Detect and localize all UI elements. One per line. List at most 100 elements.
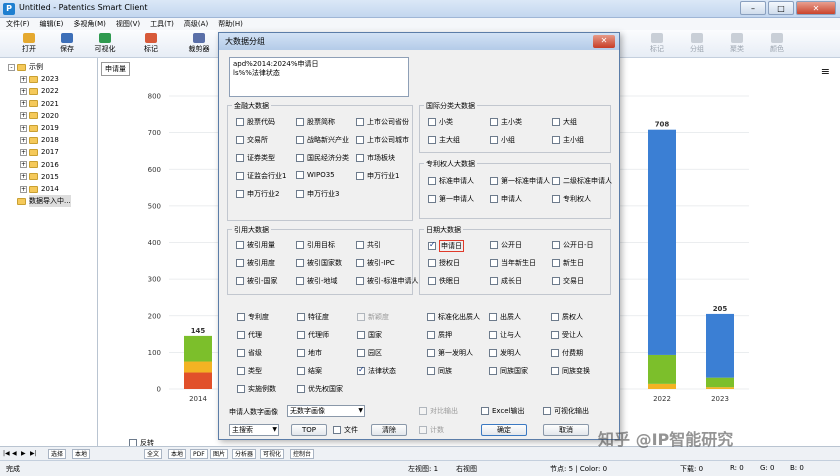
option-checkbox[interactable]: 股票代码 [236, 117, 275, 127]
tree-item[interactable]: - 示例 [8, 61, 43, 73]
maximize-button[interactable]: □ [768, 1, 794, 15]
checkbox-box[interactable] [428, 277, 436, 285]
option-checkbox[interactable]: 上市公司城市 [356, 135, 409, 145]
checkbox-box[interactable] [489, 367, 497, 375]
color-button[interactable]: 颜色 [760, 32, 794, 56]
checkbox-box[interactable] [427, 367, 435, 375]
option-checkbox[interactable]: 被引-国家 [236, 276, 278, 286]
option-checkbox[interactable]: 申万行业3 [296, 189, 339, 199]
checkbox-box[interactable] [419, 407, 427, 415]
checkbox-box[interactable] [490, 241, 498, 249]
save-button[interactable]: 保存 [50, 32, 84, 56]
dialog-close-button[interactable]: ✕ [593, 35, 615, 48]
checkbox-box[interactable] [356, 259, 364, 267]
option-checkbox[interactable]: 国民经济分类 [296, 153, 349, 163]
checkbox-box[interactable] [296, 118, 304, 126]
option-checkbox[interactable]: 被引用量 [236, 240, 275, 250]
checkbox-box[interactable] [297, 385, 305, 393]
bottom-tab[interactable]: 可视化 [260, 449, 285, 459]
checkbox-box[interactable] [236, 136, 244, 144]
expand-toggle-icon[interactable]: + [20, 100, 27, 108]
bottom-tab[interactable]: 全文 [144, 449, 163, 459]
checkbox-box[interactable] [552, 136, 560, 144]
bar-segment[interactable] [184, 361, 212, 373]
checkbox-box[interactable] [237, 313, 245, 321]
crop-button[interactable]: 裁剪器 [182, 32, 216, 56]
checkbox-box[interactable] [552, 177, 560, 185]
bottom-tab[interactable]: 选择 [48, 449, 67, 459]
checkbox-box[interactable] [552, 118, 560, 126]
checkbox-box[interactable] [428, 195, 436, 203]
option-checkbox[interactable]: 发明人 [489, 348, 521, 358]
option-checkbox[interactable]: 主小类 [490, 117, 522, 127]
menu-help[interactable]: 帮助(H) [218, 18, 243, 30]
option-checkbox[interactable]: 特征度 [297, 312, 329, 322]
checkbox-box[interactable] [356, 172, 364, 180]
checkbox-box[interactable] [551, 349, 559, 357]
checkbox-box[interactable] [489, 349, 497, 357]
option-checkbox[interactable]: 证券类型 [236, 153, 275, 163]
checkbox-box[interactable] [489, 313, 497, 321]
tree-item[interactable]: 数据导入中... [8, 195, 71, 208]
option-checkbox[interactable]: 付费期 [551, 348, 583, 358]
option-checkbox[interactable]: 质押 [427, 330, 452, 340]
checkbox-box[interactable] [296, 154, 304, 162]
checkbox-box[interactable] [236, 172, 244, 180]
tree-item[interactable]: +2020 [20, 110, 59, 122]
bottom-tab[interactable]: 本地 [72, 449, 91, 459]
option-checkbox[interactable]: 国家 [357, 330, 382, 340]
checkbox-box[interactable] [427, 349, 435, 357]
option-checkbox[interactable]: 主小组 [552, 135, 584, 145]
checkbox-box[interactable] [489, 331, 497, 339]
checkbox-box[interactable] [237, 349, 245, 357]
option-checkbox[interactable]: 小组 [490, 135, 515, 145]
checkbox-box[interactable] [236, 154, 244, 162]
nav-arrow-icon[interactable]: |◀ [2, 449, 11, 459]
checkbox-box[interactable] [296, 277, 304, 285]
bar-segment[interactable] [648, 354, 676, 384]
checkbox-box[interactable] [428, 118, 436, 126]
option-checkbox[interactable]: 标准申请人 [428, 176, 474, 186]
clear-button[interactable]: 清除 [371, 424, 407, 436]
checkbox-box[interactable] [490, 136, 498, 144]
bar-segment[interactable] [706, 313, 734, 378]
option-checkbox[interactable]: 同族 [427, 366, 452, 376]
checkbox-box[interactable] [552, 277, 560, 285]
nav-arrow-icon[interactable]: ▶ [20, 449, 27, 459]
menu-edit[interactable]: 编辑(E) [40, 18, 64, 30]
option-checkbox[interactable]: 文件 [333, 425, 358, 435]
checkbox-box[interactable] [296, 259, 304, 267]
option-checkbox[interactable]: 被引-IPC [356, 258, 395, 268]
checkbox-box[interactable] [236, 118, 244, 126]
option-checkbox[interactable]: 上市公司省份 [356, 117, 409, 127]
checkbox-box[interactable] [427, 331, 435, 339]
visualize-button[interactable]: 可视化 [88, 32, 122, 56]
option-checkbox[interactable]: 佚眠日 [428, 276, 460, 286]
open-button[interactable]: 打开 [12, 32, 46, 56]
tree-item[interactable]: +2017 [20, 146, 59, 158]
option-checkbox[interactable]: 法律状态 [357, 365, 396, 376]
tree-item[interactable]: +2019 [20, 122, 59, 134]
option-checkbox[interactable]: 被引-标准申请人 [356, 276, 419, 286]
option-checkbox[interactable]: 交易日 [552, 276, 584, 286]
checkbox-box[interactable] [543, 407, 551, 415]
option-checkbox[interactable]: 同族国家 [489, 366, 528, 376]
option-checkbox[interactable]: 新生日 [552, 258, 584, 268]
option-checkbox[interactable]: 被引国家数 [296, 258, 342, 268]
expand-toggle-icon[interactable]: + [20, 173, 27, 181]
tag-button[interactable]: 标记 [640, 32, 674, 56]
bar-segment[interactable] [648, 129, 676, 355]
menu-advanced[interactable]: 高级(A) [184, 18, 208, 30]
option-checkbox[interactable]: 园区 [357, 348, 382, 358]
option-checkbox[interactable]: 申请日 [428, 240, 464, 252]
tree-item[interactable]: +2021 [20, 98, 59, 110]
option-checkbox[interactable]: 申万行业1 [356, 171, 399, 181]
checkbox-box[interactable] [481, 407, 489, 415]
option-checkbox[interactable]: 被引用度 [236, 258, 275, 268]
checkbox-box[interactable] [297, 331, 305, 339]
bottom-tab[interactable]: 本地 [168, 449, 187, 459]
expand-toggle-icon[interactable]: + [20, 75, 27, 83]
expand-toggle-icon[interactable]: + [20, 112, 27, 120]
cluster-button[interactable]: 聚类 [720, 32, 754, 56]
option-checkbox[interactable]: 第一申请人 [428, 194, 474, 204]
